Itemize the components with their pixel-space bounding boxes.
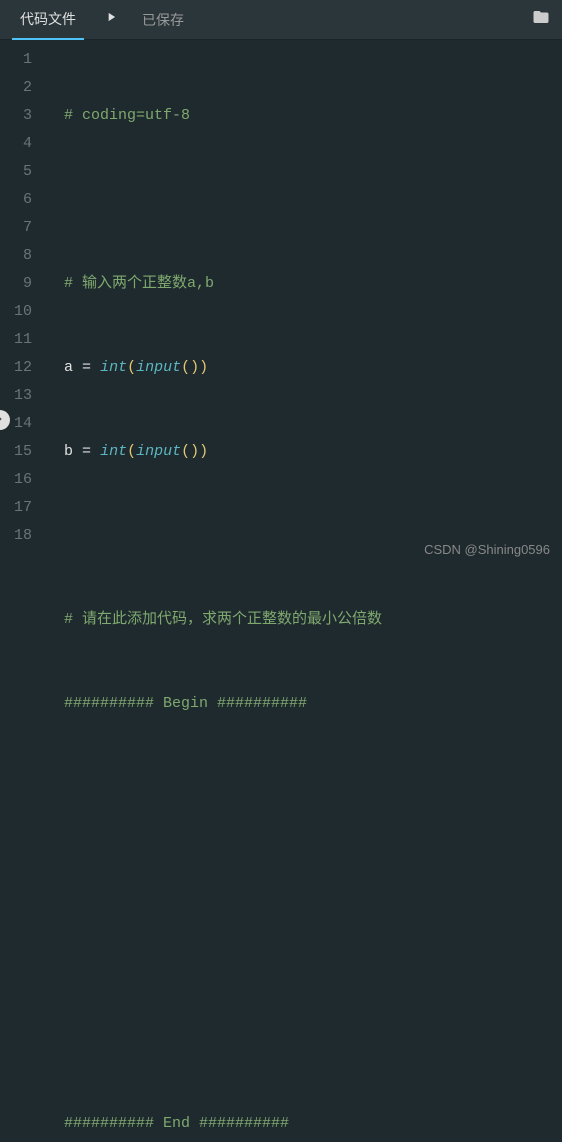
code-line [64,1026,562,1054]
code-line: ########## Begin ########## [64,690,562,718]
editor-header: 代码文件 已保存 [0,0,562,40]
line-number: 17 [0,494,32,522]
line-number: 18 [0,522,32,550]
line-number: 5 [0,158,32,186]
line-number: 15 [0,438,32,466]
code-line: ########## End ########## [64,1110,562,1138]
code-line: b = int(input()) [64,438,562,466]
code-line: a = int(input()) [64,354,562,382]
line-number: 4 [0,130,32,158]
code-line: # 请在此添加代码，求两个正整数的最小公倍数 [64,606,562,634]
line-number: 1 [0,46,32,74]
code-editor[interactable]: 1 2 3 4 5 6 7 8 9 10 11 12 13 14 15 16 1… [0,40,562,571]
line-number: 13 [0,382,32,410]
saved-status: 已保存 [142,10,184,30]
folder-icon [532,8,550,31]
line-number: 8 [0,242,32,270]
comment-text: ########## Begin ########## [64,695,307,712]
watermark: CSDN @Shining0596 [424,542,550,557]
line-number-gutter: 1 2 3 4 5 6 7 8 9 10 11 12 13 14 15 16 1… [0,40,46,571]
file-tab-label: 代码文件 [20,9,76,29]
code-line: # 输入两个正整数a,b [64,270,562,298]
line-number: 7 [0,214,32,242]
comment-text: # coding=utf-8 [64,107,190,124]
line-number: 2 [0,74,32,102]
folder-button[interactable] [532,8,550,31]
line-number: 6 [0,186,32,214]
comment-text: # 请在此添加代码，求两个正整数的最小公倍数 [64,611,382,628]
code-line [64,942,562,970]
file-tab[interactable]: 代码文件 [12,0,84,40]
code-line: # coding=utf-8 [64,102,562,130]
code-area[interactable]: # coding=utf-8 # 输入两个正整数a,b a = int(inpu… [46,40,562,571]
code-line [64,186,562,214]
run-button[interactable] [104,10,118,29]
code-line [64,774,562,802]
line-number: 3 [0,102,32,130]
code-line [64,858,562,886]
line-number: 12 [0,354,32,382]
line-number: 11 [0,326,32,354]
line-number: 9 [0,270,32,298]
play-icon [104,10,118,29]
line-number: 16 [0,466,32,494]
line-number: 10 [0,298,32,326]
chevron-right-icon [0,411,5,429]
comment-text: # 输入两个正整数a,b [64,275,214,292]
comment-text: ########## End ########## [64,1115,289,1132]
